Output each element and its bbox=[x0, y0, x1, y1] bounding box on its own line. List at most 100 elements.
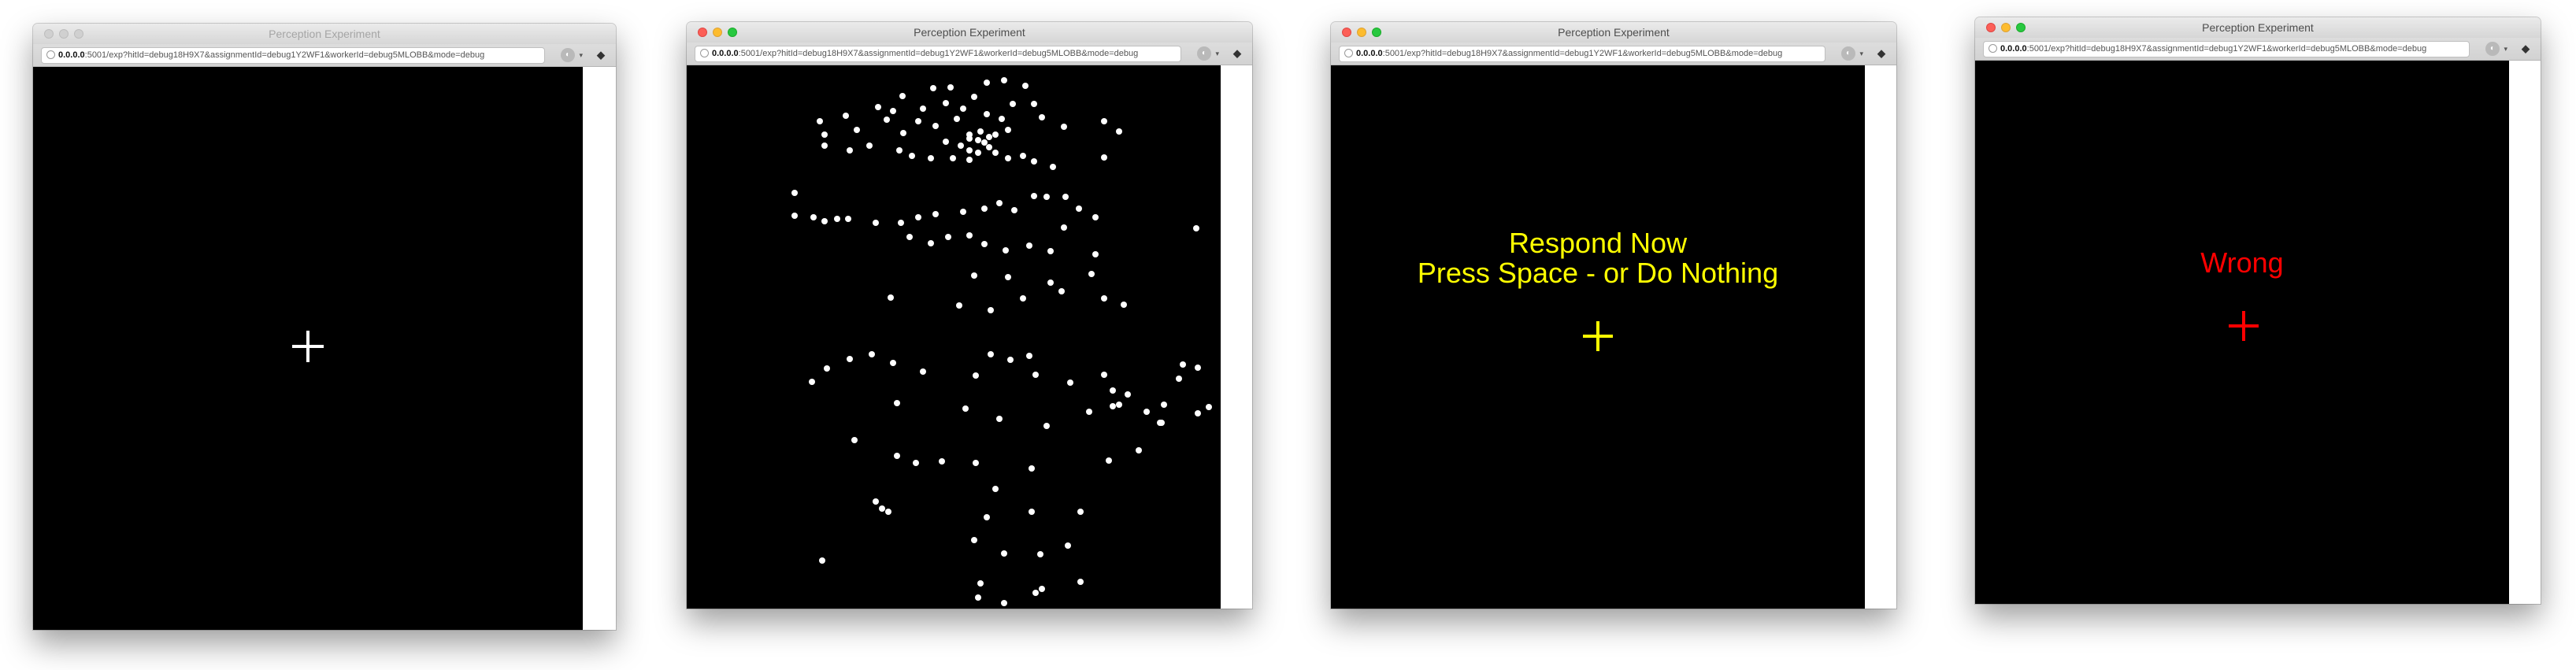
stimulus-dot bbox=[966, 157, 973, 163]
stimulus-dot bbox=[966, 232, 973, 239]
page-viewport bbox=[33, 67, 616, 630]
stimulus-dot bbox=[869, 351, 875, 357]
titlebar: Perception Experiment bbox=[687, 22, 1252, 43]
address-bar[interactable]: 0.0.0.0:5001/exp?hitId=debug18H9X7&assig… bbox=[41, 47, 545, 64]
browser-window-feedback: Perception Experiment 0.0.0.0:5001/exp?h… bbox=[1975, 17, 2541, 604]
extension-icon[interactable]: ◆ bbox=[597, 48, 605, 62]
chevron-down-icon[interactable]: ▾ bbox=[1859, 46, 1863, 61]
experiment-stage[interactable]: Respond Now Press Space - or Do Nothing bbox=[1331, 65, 1865, 609]
toolbar: 0.0.0.0:5001/exp?hitId=debug18H9X7&assig… bbox=[33, 44, 616, 67]
fixation-cross bbox=[2229, 311, 2259, 341]
stimulus-dot bbox=[1007, 357, 1014, 363]
stimulus-dot bbox=[1077, 579, 1084, 585]
fixation-cross bbox=[292, 331, 324, 362]
extension-icon[interactable]: ◆ bbox=[2522, 42, 2530, 56]
stimulus-dot bbox=[939, 458, 945, 465]
stimulus-dot bbox=[1092, 214, 1099, 220]
address-bar[interactable]: 0.0.0.0:5001/exp?hitId=debug18H9X7&assig… bbox=[1983, 41, 2470, 57]
stimulus-dot bbox=[986, 144, 992, 150]
stimulus-dot bbox=[890, 360, 896, 366]
stimulus-dot bbox=[847, 356, 853, 362]
stimulus-dot bbox=[1161, 402, 1167, 408]
stimulus-dot bbox=[843, 113, 849, 119]
stimulus-dot bbox=[834, 216, 840, 222]
stimulus-dot bbox=[960, 105, 966, 112]
stimulus-dot bbox=[992, 131, 999, 138]
stimulus-dot bbox=[992, 486, 999, 492]
stimulus-dot bbox=[1026, 242, 1032, 249]
stimulus-dot bbox=[977, 580, 984, 587]
stimulus-dot bbox=[896, 147, 903, 154]
stimulus-dot bbox=[1039, 586, 1045, 592]
stimulus-dot bbox=[1050, 164, 1056, 170]
stimulus-dot bbox=[845, 216, 851, 222]
titlebar: Perception Experiment bbox=[33, 24, 616, 44]
stimulus-dot bbox=[984, 111, 990, 117]
stimulus-dot bbox=[847, 147, 853, 154]
stimulus-dot bbox=[809, 379, 815, 385]
experiment-stage[interactable]: Wrong bbox=[1975, 61, 2509, 604]
stimulus-dot bbox=[988, 351, 994, 357]
stimulus-dot bbox=[943, 100, 949, 106]
stimulus-dot bbox=[1101, 154, 1107, 161]
stimulus-dot bbox=[973, 372, 979, 379]
toolbar: 0.0.0.0:5001/exp?hitId=debug18H9X7&assig… bbox=[687, 43, 1252, 65]
stimulus-dot bbox=[971, 272, 977, 279]
shield-icon[interactable]: ◐ bbox=[2485, 42, 2500, 56]
stimulus-dot bbox=[819, 557, 825, 564]
stimulus-dot bbox=[1010, 101, 1016, 107]
stimulus-dot bbox=[1020, 295, 1026, 302]
address-bar[interactable]: 0.0.0.0:5001/exp?hitId=debug18H9X7&assig… bbox=[695, 46, 1181, 62]
stimulus-dot bbox=[971, 537, 977, 543]
stimulus-dot bbox=[996, 200, 1003, 206]
stimulus-dot bbox=[1032, 372, 1039, 378]
shield-icon[interactable]: ◐ bbox=[1197, 46, 1211, 61]
stimulus-dot bbox=[920, 368, 926, 375]
stimulus-dot bbox=[873, 220, 879, 226]
browser-window-respond: Perception Experiment 0.0.0.0:5001/exp?h… bbox=[1331, 22, 1896, 609]
experiment-stage[interactable] bbox=[33, 67, 583, 630]
shield-icon[interactable]: ◐ bbox=[561, 48, 575, 62]
stimulus-dot bbox=[1026, 353, 1032, 359]
stimulus-dot bbox=[885, 509, 891, 515]
stimulus-dot bbox=[945, 234, 951, 240]
titlebar: Perception Experiment bbox=[1331, 22, 1896, 43]
stimulus-dot bbox=[873, 498, 879, 505]
extension-icon[interactable]: ◆ bbox=[1877, 46, 1885, 61]
stimulus-dot bbox=[1001, 550, 1007, 557]
stimulus-dot bbox=[1058, 288, 1065, 294]
stimulus-dot bbox=[888, 294, 894, 301]
stimulus-dot bbox=[915, 214, 921, 220]
stimulus-dot bbox=[1195, 410, 1201, 416]
stimulus-dot bbox=[821, 143, 828, 149]
stimulus-dot bbox=[1176, 376, 1182, 382]
browser-window-fixation: Perception Experiment 0.0.0.0:5001/exp?h… bbox=[33, 24, 616, 630]
stimulus-dot bbox=[1092, 251, 1099, 257]
stimulus-dot bbox=[1031, 193, 1037, 199]
stimulus-dot bbox=[1043, 423, 1050, 429]
stimulus-dot bbox=[1061, 224, 1067, 231]
stimulus-dot bbox=[943, 139, 949, 145]
stimulus-dot bbox=[1110, 387, 1116, 394]
stimulus-dot bbox=[875, 104, 881, 110]
stimulus-dot bbox=[1136, 447, 1142, 453]
stimulus-dot bbox=[954, 116, 960, 122]
shield-icon[interactable]: ◐ bbox=[1841, 46, 1855, 61]
chevron-down-icon[interactable]: ▾ bbox=[579, 48, 583, 62]
stimulus-dot bbox=[932, 211, 939, 217]
extension-icon[interactable]: ◆ bbox=[1233, 46, 1241, 61]
address-bar[interactable]: 0.0.0.0:5001/exp?hitId=debug18H9X7&assig… bbox=[1339, 46, 1825, 62]
respond-now-text: Respond Now bbox=[1508, 227, 1688, 259]
chevron-down-icon[interactable]: ▾ bbox=[2504, 42, 2507, 56]
chevron-down-icon[interactable]: ▾ bbox=[1215, 46, 1219, 61]
stimulus-dot bbox=[999, 116, 1005, 122]
respond-prompt: Respond Now Press Space - or Do Nothing bbox=[1331, 228, 1865, 288]
stimulus-dot bbox=[966, 135, 973, 142]
stimulus-dot bbox=[1158, 420, 1165, 426]
window-title: Perception Experiment bbox=[914, 26, 1025, 39]
stimulus-dot bbox=[1101, 295, 1107, 302]
stimulus-dot bbox=[824, 365, 830, 372]
experiment-stage[interactable] bbox=[687, 65, 1221, 609]
stimulus-dot bbox=[1011, 207, 1017, 213]
stimulus-dot bbox=[909, 153, 915, 159]
